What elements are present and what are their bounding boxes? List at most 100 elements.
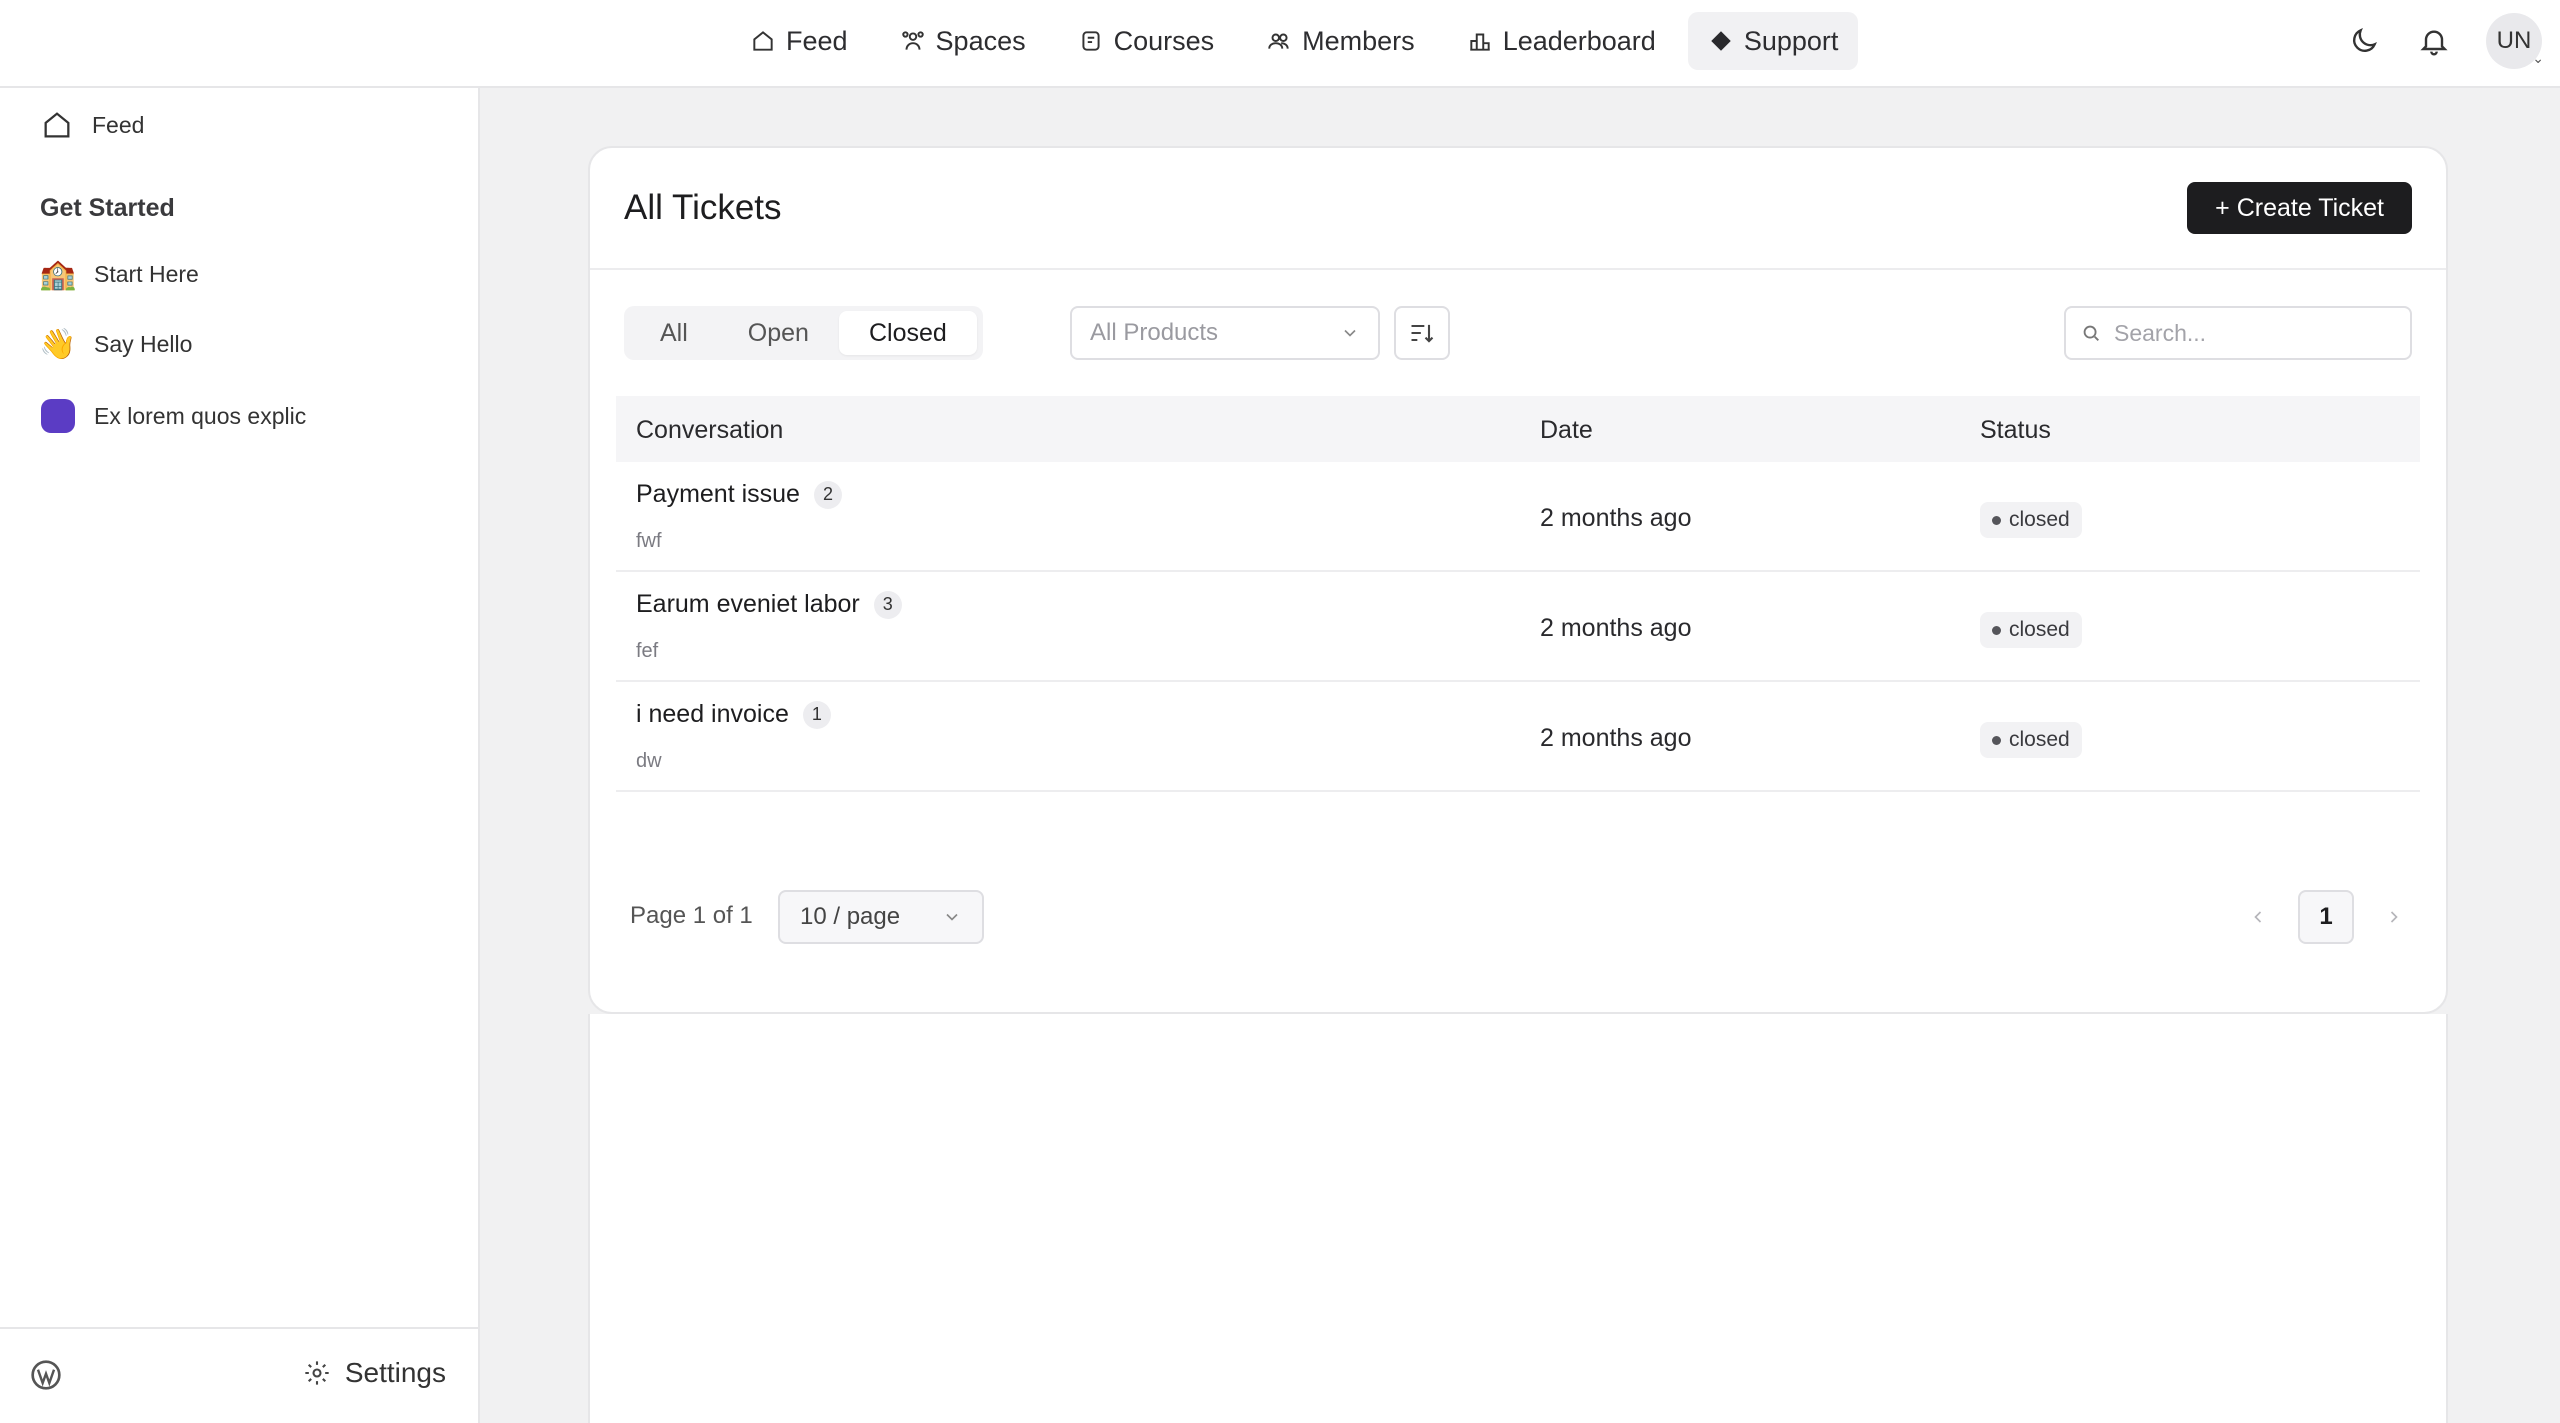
nav-feed-label: Feed [786, 25, 848, 56]
ticket-date: 2 months ago [1540, 724, 1692, 752]
ticket-date: 2 months ago [1540, 504, 1692, 532]
nav-courses[interactable]: Courses [1058, 12, 1235, 70]
ticket-title-text: Earum eveniet labor [636, 590, 860, 618]
spaces-icon [901, 31, 924, 50]
products-select[interactable]: All Products [1070, 306, 1380, 360]
home-icon [753, 31, 773, 51]
school-icon: 🏫 [39, 257, 77, 291]
page-info: Page 1 of 1 [630, 902, 753, 929]
ticket-date: 2 months ago [1540, 614, 1692, 642]
ticket-title-text: Payment issue [636, 480, 800, 508]
nav-spaces[interactable]: Spaces [880, 12, 1046, 70]
tickets-card: All Tickets + Create Ticket All Open Clo… [588, 146, 2448, 1014]
tab-closed[interactable]: Closed [838, 311, 977, 355]
ticket-title[interactable]: i need invoice 1 [636, 700, 831, 729]
settings-button[interactable]: Settings [303, 1357, 446, 1389]
ticket-excerpt: dw [636, 750, 662, 772]
nav-spaces-label: Spaces [935, 25, 1026, 56]
bell-icon [2420, 30, 2448, 56]
settings-label: Settings [344, 1357, 446, 1388]
reply-count-badge: 3 [873, 590, 902, 619]
nav-members[interactable]: Members [1246, 12, 1435, 70]
chevron-right-icon [2390, 911, 2398, 923]
notifications-button[interactable] [2416, 23, 2452, 59]
nav-feed[interactable]: Feed [730, 12, 868, 70]
dark-mode-toggle[interactable] [2346, 23, 2382, 59]
leaderboard-icon [1469, 33, 1490, 51]
top-right-actions: UN ⌄ [2346, 12, 2560, 70]
ticket-excerpt: fwf [636, 530, 662, 552]
user-initials: UN [2496, 27, 2532, 54]
tab-open[interactable]: Open [718, 311, 839, 355]
sidebar-item-label: Start Here [94, 260, 199, 287]
tab-all[interactable]: All [630, 311, 718, 355]
chevron-down-icon [1344, 329, 1356, 337]
divider [590, 268, 2446, 270]
main-nav: Feed Spaces Courses Members Leaderboard … [730, 12, 1859, 70]
moon-icon [2353, 28, 2377, 52]
ticket-excerpt: fef [636, 640, 659, 662]
nav-support[interactable]: Support [1687, 12, 1859, 70]
sidebar-item-label: Say Hello [94, 330, 193, 357]
wordpress-icon[interactable] [30, 1359, 62, 1391]
per-page-value: 10 / page [800, 903, 901, 930]
courses-icon [1082, 31, 1100, 51]
products-select-value: All Products [1090, 319, 1219, 346]
gear-icon [305, 1361, 329, 1385]
sidebar-item-say-hello[interactable]: 👋 Say Hello [39, 326, 193, 362]
home-icon [44, 112, 70, 138]
column-header-status: Status [1980, 416, 2051, 444]
space-color-icon [40, 398, 76, 434]
status-label: closed [2009, 728, 2070, 751]
prev-page-button[interactable] [2240, 890, 2276, 944]
chevron-down-icon: ⌄ [2532, 50, 2544, 66]
content-panel [588, 1014, 2448, 1423]
ticket-title[interactable]: Payment issue 2 [636, 480, 842, 509]
chevron-down-icon [946, 913, 958, 921]
sort-button[interactable] [1394, 306, 1450, 360]
sort-icon [1411, 324, 1434, 343]
nav-leaderboard[interactable]: Leaderboard [1447, 12, 1676, 70]
status-filter-tabs: All Open Closed [624, 306, 983, 360]
status-label: closed [2009, 508, 2070, 531]
user-avatar[interactable]: UN ⌄ [2486, 13, 2544, 69]
column-header-conversation: Conversation [636, 416, 784, 444]
table-header: Conversation Date Status [616, 396, 2420, 462]
status-badge: closed [1980, 612, 2082, 648]
sidebar: Feed Get Started 🏫 Start Here 👋 Say Hell… [0, 88, 480, 1423]
top-navbar: Feed Spaces Courses Members Leaderboard … [0, 0, 2560, 88]
search-input[interactable]: Search... [2064, 306, 2412, 360]
status-badge: closed [1980, 722, 2082, 758]
sidebar-item-start-here[interactable]: 🏫 Start Here [39, 256, 199, 292]
ticket-title-text: i need invoice [636, 700, 789, 728]
sidebar-item-feed-label: Feed [92, 111, 145, 138]
table-row[interactable]: i need invoice 1 dw 2 months ago closed [616, 682, 2420, 792]
sidebar-heading: Get Started [40, 194, 175, 222]
chevron-left-icon [2254, 911, 2262, 923]
status-badge: closed [1980, 502, 2082, 538]
status-label: closed [2009, 618, 2070, 641]
reply-count-badge: 2 [813, 480, 842, 509]
next-page-button[interactable] [2376, 890, 2412, 944]
table-row[interactable]: Earum eveniet labor 3 fef 2 months ago c… [616, 572, 2420, 682]
table-row[interactable]: Payment issue 2 fwf 2 months ago closed [616, 462, 2420, 572]
waving-hand-icon: 👋 [39, 327, 77, 361]
sidebar-item-ex-lorem[interactable]: Ex lorem quos explic [40, 398, 306, 434]
sidebar-footer: Settings [0, 1327, 478, 1423]
sidebar-item-feed[interactable]: Feed [40, 108, 144, 142]
diamond-icon [1711, 31, 1731, 51]
per-page-select[interactable]: 10 / page [778, 890, 984, 944]
page-title: All Tickets [624, 188, 782, 227]
page-number-button[interactable]: 1 [2298, 890, 2354, 944]
reply-count-badge: 1 [802, 700, 831, 729]
create-ticket-button[interactable]: + Create Ticket [2187, 182, 2412, 234]
nav-support-label: Support [1743, 25, 1839, 56]
search-placeholder: Search... [2114, 319, 2207, 346]
nav-leaderboard-label: Leaderboard [1502, 25, 1656, 56]
sidebar-item-label: Ex lorem quos explic [94, 402, 307, 429]
ticket-title[interactable]: Earum eveniet labor 3 [636, 590, 902, 619]
column-header-date: Date [1540, 416, 1593, 444]
nav-courses-label: Courses [1113, 25, 1215, 56]
pagination: 1 [2240, 890, 2412, 944]
nav-members-label: Members [1302, 25, 1415, 56]
